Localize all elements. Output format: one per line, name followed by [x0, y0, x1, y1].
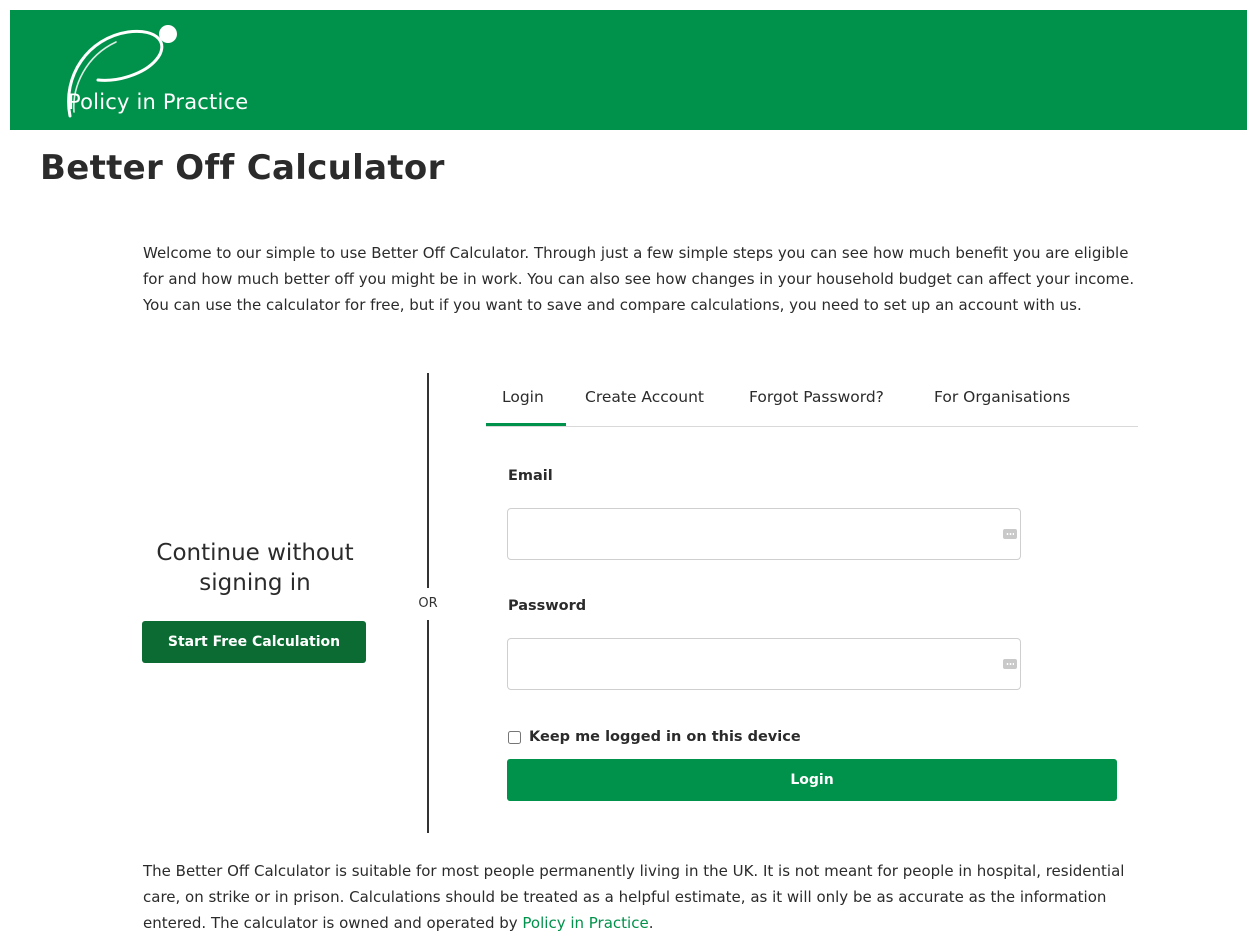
disclaimer-paragraph: The Better Off Calculator is suitable fo… [143, 858, 1153, 936]
password-field[interactable] [507, 638, 1021, 690]
remember-me-label[interactable]: Keep me logged in on this device [529, 729, 801, 745]
page-title: Better Off Calculator [40, 148, 445, 188]
start-free-calculation-button[interactable]: Start Free Calculation [142, 621, 366, 663]
vertical-divider-top [427, 373, 429, 588]
intro-paragraph: Welcome to our simple to use Better Off … [143, 244, 1135, 314]
policy-in-practice-link[interactable]: Policy in Practice [522, 914, 648, 932]
tab-login[interactable]: Login [502, 388, 544, 406]
vertical-divider-bottom [427, 620, 429, 833]
disclaimer-end: . [648, 914, 654, 932]
password-label: Password [508, 598, 587, 614]
password-manager-key-icon[interactable] [1003, 529, 1017, 539]
site-header: Policy in Practice [10, 10, 1247, 130]
tab-create-account[interactable]: Create Account [585, 388, 704, 406]
email-field[interactable] [507, 508, 1021, 560]
account-tabs: Login Create Account Forgot Password? Fo… [486, 376, 1138, 427]
remember-me-checkbox[interactable] [508, 730, 521, 744]
email-label: Email [508, 468, 553, 484]
logo-wordmark: Policy in Practice [68, 90, 249, 114]
login-button[interactable]: Login [507, 759, 1117, 801]
or-label: OR [418, 596, 438, 611]
tab-for-organisations[interactable]: For Organisations [934, 388, 1070, 406]
remember-me-row: Keep me logged in on this device [508, 728, 801, 746]
tab-forgot-password[interactable]: Forgot Password? [749, 388, 884, 406]
password-manager-key-icon[interactable] [1003, 659, 1017, 669]
active-tab-indicator [486, 423, 566, 426]
continue-without-signing-in-heading: Continue without signing in [156, 540, 354, 596]
